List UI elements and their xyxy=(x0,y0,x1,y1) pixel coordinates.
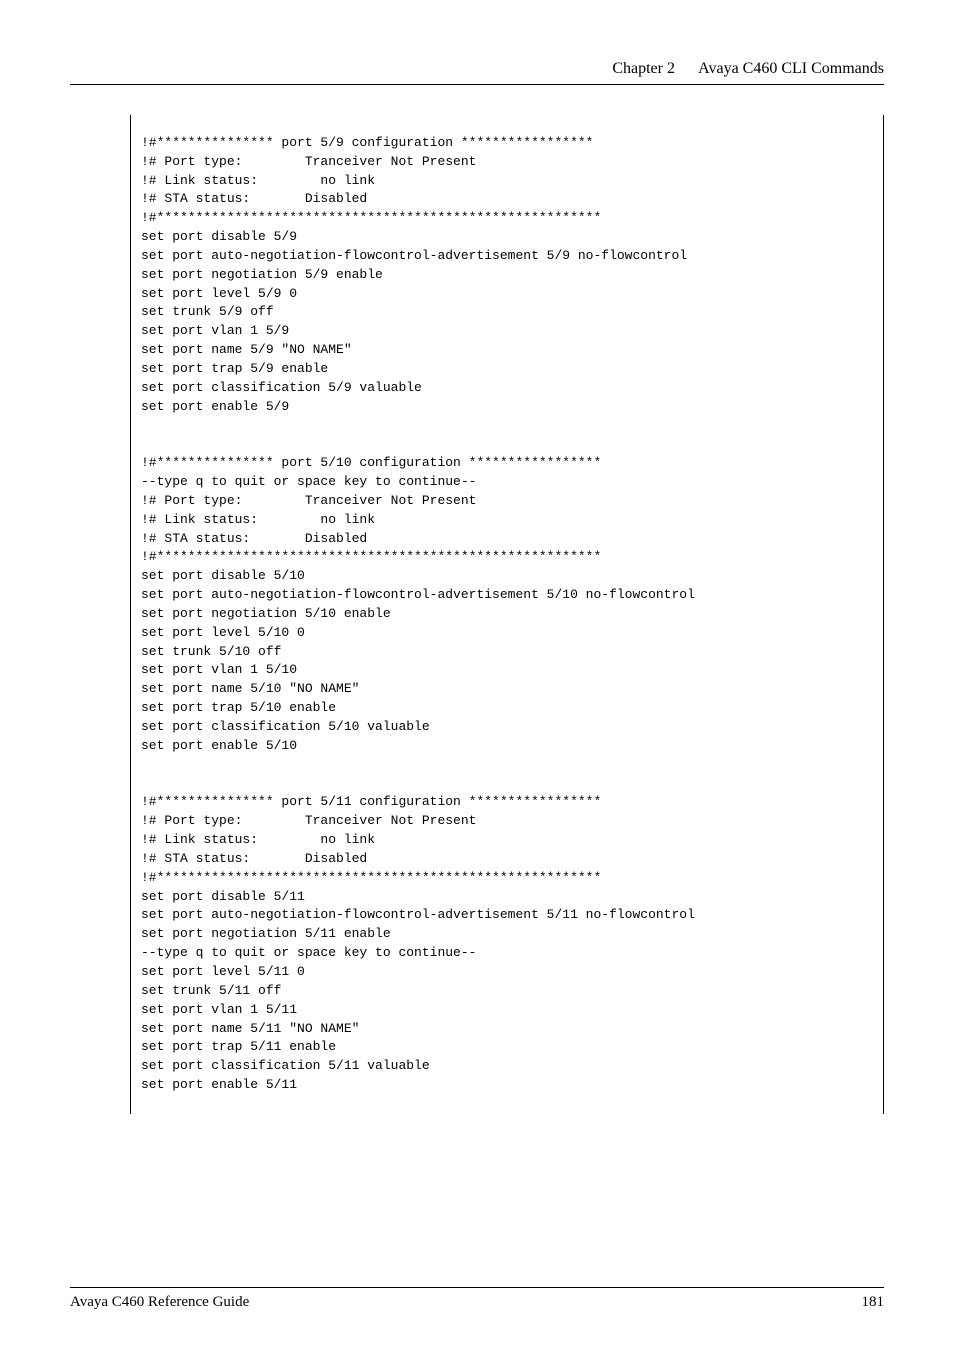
page-number: 181 xyxy=(862,1294,885,1311)
footer-left: Avaya C460 Reference Guide xyxy=(70,1294,249,1311)
footer: Avaya C460 Reference Guide 181 xyxy=(70,1287,884,1311)
chapter-label: Chapter 2 xyxy=(612,60,675,77)
cli-output-block: !#*************** port 5/9 configuration… xyxy=(130,115,884,1114)
header-rule: Chapter 2 Avaya C460 CLI Commands xyxy=(70,60,884,85)
running-header: Chapter 2 Avaya C460 CLI Commands xyxy=(70,60,884,78)
chapter-title: Avaya C460 CLI Commands xyxy=(698,60,884,77)
page: Chapter 2 Avaya C460 CLI Commands !#****… xyxy=(0,0,954,1351)
